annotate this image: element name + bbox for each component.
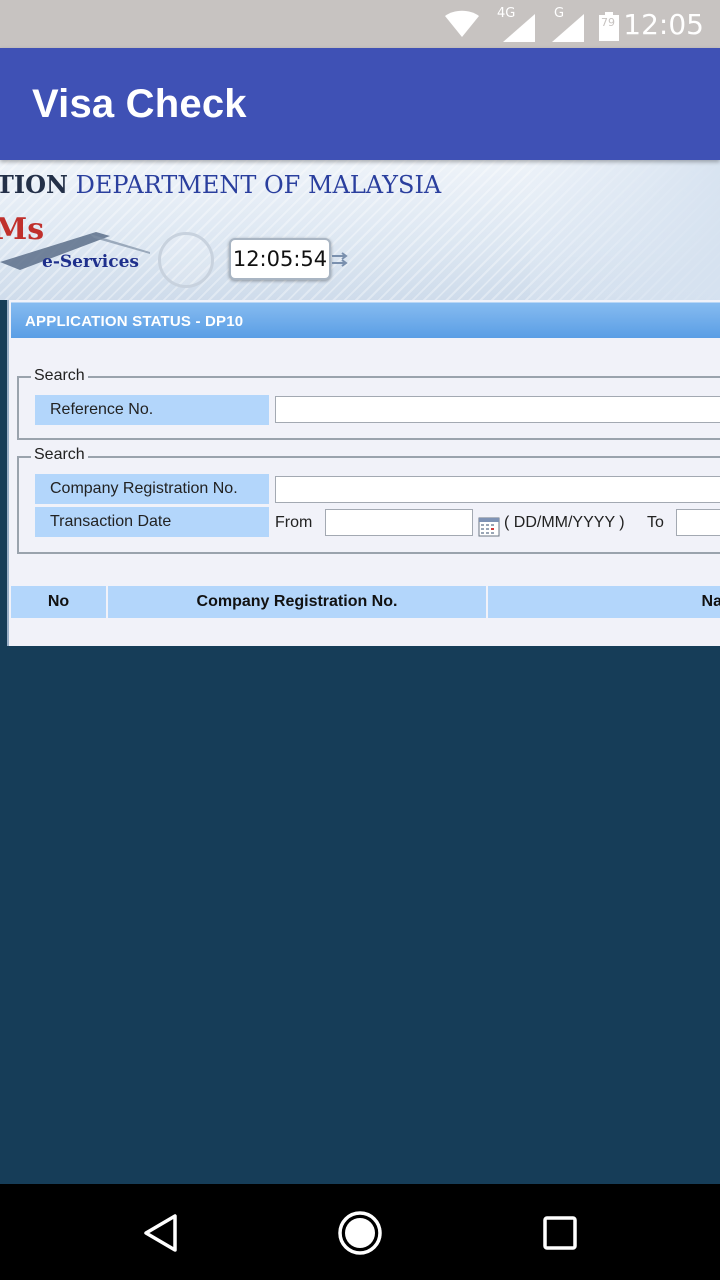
search-group-company bbox=[17, 456, 720, 554]
clock-ring-icon bbox=[158, 232, 214, 288]
reference-input[interactable] bbox=[275, 396, 720, 423]
wifi-icon bbox=[444, 0, 480, 48]
banner-clock: 12:05:54 bbox=[229, 238, 331, 280]
banner-subtitle: e-Services bbox=[42, 252, 139, 272]
battery-icon: 79 bbox=[598, 0, 620, 48]
home-icon[interactable] bbox=[335, 1208, 385, 1258]
date-format-hint: ( DD/MM/YYYY ) bbox=[504, 514, 625, 531]
banner-fade bbox=[530, 160, 720, 300]
panel-title: APPLICATION STATUS - DP10 bbox=[25, 313, 244, 330]
banner-title-right: DEPARTMENT OF MALAYSIA bbox=[75, 171, 442, 199]
application-status-panel: APPLICATION STATUS - DP10 Search Referen… bbox=[7, 300, 720, 646]
search-legend: Search bbox=[31, 446, 88, 464]
status-time: 12:05 bbox=[623, 7, 704, 41]
column-header-no[interactable]: No bbox=[11, 586, 108, 618]
app-title: Visa Check bbox=[32, 82, 247, 126]
transaction-date-label: Transaction Date bbox=[35, 507, 269, 537]
company-registration-input[interactable] bbox=[275, 476, 720, 503]
company-registration-label: Company Registration No. bbox=[35, 474, 269, 504]
status-bar: 4G G 79 12:05 bbox=[0, 0, 720, 48]
banner-title-left: TION bbox=[0, 170, 68, 199]
reference-label: Reference No. bbox=[35, 395, 269, 425]
arrows-icon bbox=[332, 252, 348, 267]
panel-header: APPLICATION STATUS - DP10 bbox=[11, 302, 720, 338]
to-label: To bbox=[647, 514, 664, 531]
header-banner: TION DEPARTMENT OF MALAYSIA Ms e-Service… bbox=[0, 160, 720, 300]
banner-logo: Ms bbox=[0, 212, 45, 247]
back-icon[interactable] bbox=[135, 1208, 185, 1258]
search-legend: Search bbox=[31, 367, 88, 385]
cell-signal-icon bbox=[502, 0, 536, 48]
column-header-name[interactable]: Na bbox=[488, 586, 720, 618]
banner-title: TION DEPARTMENT OF MALAYSIA bbox=[0, 170, 441, 199]
to-date-input[interactable] bbox=[676, 509, 720, 536]
webview[interactable]: TION DEPARTMENT OF MALAYSIA Ms e-Service… bbox=[0, 160, 720, 1184]
cell-signal-icon bbox=[551, 0, 585, 48]
calendar-icon[interactable] bbox=[478, 517, 500, 537]
from-date-input[interactable] bbox=[325, 509, 473, 536]
app-bar: Visa Check bbox=[0, 48, 720, 160]
recents-icon[interactable] bbox=[535, 1208, 585, 1258]
from-label: From bbox=[275, 514, 313, 531]
column-header-company-registration[interactable]: Company Registration No. bbox=[108, 586, 488, 618]
navigation-bar bbox=[0, 1184, 720, 1280]
